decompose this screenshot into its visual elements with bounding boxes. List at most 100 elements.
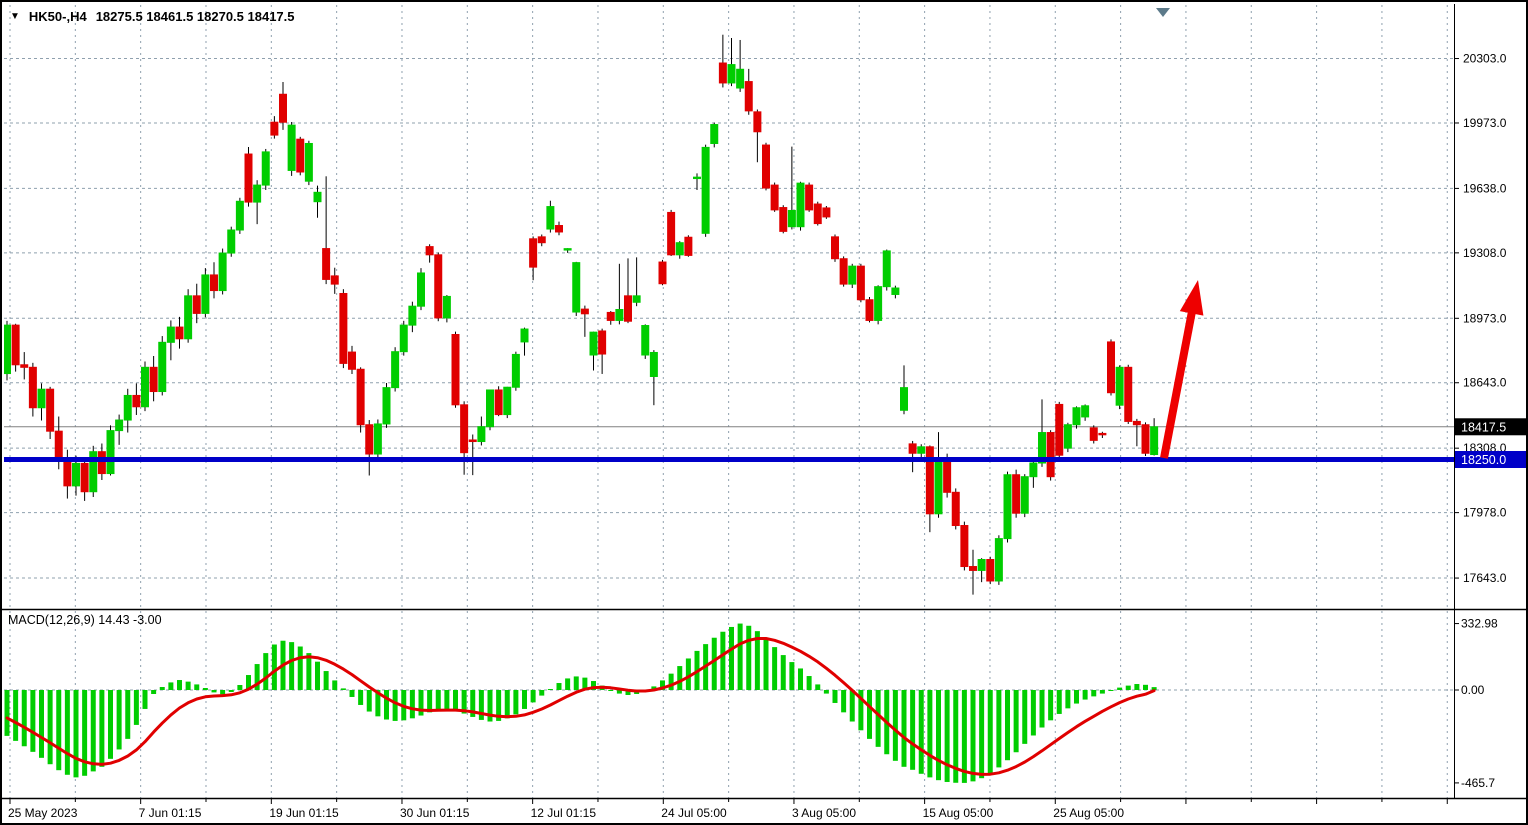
candle-body[interactable] — [530, 239, 537, 267]
candle-body[interactable] — [788, 210, 795, 226]
candle-body[interactable] — [366, 425, 373, 454]
candle-body[interactable] — [461, 405, 468, 453]
candle-body[interactable] — [650, 352, 657, 376]
candle-body[interactable] — [840, 259, 847, 284]
candle-body[interactable] — [107, 431, 114, 474]
candle-body[interactable] — [832, 237, 839, 259]
candle-body[interactable] — [866, 300, 873, 321]
candle-body[interactable] — [556, 226, 563, 232]
candlesticks[interactable] — [4, 35, 1158, 595]
candle-body[interactable] — [150, 367, 157, 391]
candle-body[interactable] — [1142, 425, 1149, 454]
time-axis[interactable]: 25 May 20237 Jun 01:1519 Jun 01:1530 Jun… — [8, 799, 1447, 820]
candle-body[interactable] — [47, 389, 54, 431]
candle-body[interactable] — [211, 275, 218, 291]
candle-body[interactable] — [1021, 477, 1028, 514]
candle-body[interactable] — [849, 266, 856, 284]
candle-body[interactable] — [245, 154, 252, 202]
candle-body[interactable] — [1133, 421, 1140, 424]
candle-body[interactable] — [857, 266, 864, 300]
candle-body[interactable] — [21, 365, 28, 368]
candle-body[interactable] — [236, 201, 243, 230]
candle-body[interactable] — [642, 326, 649, 355]
candle-body[interactable] — [763, 145, 770, 188]
candle-body[interactable] — [349, 352, 356, 369]
candle-body[interactable] — [374, 424, 381, 454]
trend-arrow-annotation[interactable] — [1164, 280, 1203, 458]
symbol-dropdown-icon[interactable]: ▼ — [10, 12, 20, 22]
candle-body[interactable] — [797, 183, 804, 227]
candle-body[interactable] — [806, 185, 813, 210]
candle-body[interactable] — [478, 427, 485, 442]
candle-body[interactable] — [599, 331, 606, 354]
candle-body[interactable] — [581, 309, 588, 314]
candle-body[interactable] — [918, 447, 925, 453]
candle-body[interactable] — [400, 325, 407, 352]
candle-body[interactable] — [1082, 406, 1089, 417]
candle-body[interactable] — [98, 452, 105, 474]
candle-body[interactable] — [305, 143, 312, 181]
candle-body[interactable] — [892, 288, 899, 294]
candle-body[interactable] — [297, 139, 304, 172]
candle-body[interactable] — [426, 247, 433, 255]
candle-body[interactable] — [883, 251, 890, 287]
candle-body[interactable] — [745, 82, 752, 111]
candle-body[interactable] — [952, 492, 959, 525]
chart-canvas[interactable]: 20303.019973.019638.019308.018973.018643… — [2, 2, 1528, 825]
candle-body[interactable] — [616, 310, 623, 321]
candle-body[interactable] — [228, 230, 235, 253]
candle-body[interactable] — [418, 273, 425, 306]
candle-body[interactable] — [219, 253, 226, 290]
candle-body[interactable] — [193, 296, 200, 314]
candle-body[interactable] — [124, 395, 131, 420]
candle-body[interactable] — [668, 212, 675, 254]
candle-body[interactable] — [685, 237, 692, 255]
candle-body[interactable] — [383, 388, 390, 424]
candle-body[interactable] — [64, 459, 71, 486]
candle-body[interactable] — [29, 367, 36, 407]
candle-body[interactable] — [995, 539, 1002, 581]
candle-body[interactable] — [512, 354, 519, 387]
candle-body[interactable] — [573, 263, 580, 312]
scroll-position-icon[interactable] — [1156, 8, 1170, 17]
candle-body[interactable] — [1151, 427, 1158, 455]
price-axis[interactable]: 20303.019973.019638.019308.018973.018643… — [1454, 52, 1528, 790]
candle-body[interactable] — [133, 395, 140, 406]
candle-body[interactable] — [1004, 475, 1011, 539]
candle-body[interactable] — [935, 459, 942, 514]
candle-body[interactable] — [1125, 367, 1132, 421]
candle-body[interactable] — [607, 312, 614, 320]
candle-body[interactable] — [159, 342, 166, 391]
candle-body[interactable] — [987, 559, 994, 580]
candle-body[interactable] — [1064, 425, 1071, 448]
candle-body[interactable] — [901, 388, 908, 411]
candle-body[interactable] — [625, 296, 632, 321]
candle-body[interactable] — [711, 125, 718, 144]
candle-body[interactable] — [323, 249, 330, 280]
candle-body[interactable] — [1047, 433, 1054, 477]
candle-body[interactable] — [823, 208, 830, 217]
candle-body[interactable] — [590, 332, 597, 355]
candle-body[interactable] — [719, 63, 726, 83]
candle-body[interactable] — [340, 293, 347, 363]
candle-body[interactable] — [12, 325, 19, 365]
candle-body[interactable] — [1056, 404, 1063, 455]
candle-body[interactable] — [702, 147, 709, 233]
candle-body[interactable] — [202, 275, 209, 313]
candle-body[interactable] — [443, 296, 450, 317]
candle-body[interactable] — [469, 440, 476, 442]
candle-body[interactable] — [944, 459, 951, 493]
candle-body[interactable] — [1090, 428, 1097, 440]
candle-body[interactable] — [4, 325, 11, 373]
candle-body[interactable] — [504, 387, 511, 414]
candle-body[interactable] — [521, 329, 528, 342]
candle-body[interactable] — [564, 249, 571, 250]
candle-body[interactable] — [262, 152, 269, 185]
candle-body[interactable] — [55, 431, 62, 458]
candle-body[interactable] — [633, 296, 640, 302]
candle-body[interactable] — [142, 367, 149, 406]
candle-body[interactable] — [331, 276, 338, 284]
candle-body[interactable] — [435, 255, 442, 318]
candle-body[interactable] — [288, 125, 295, 170]
candle-body[interactable] — [754, 112, 761, 132]
